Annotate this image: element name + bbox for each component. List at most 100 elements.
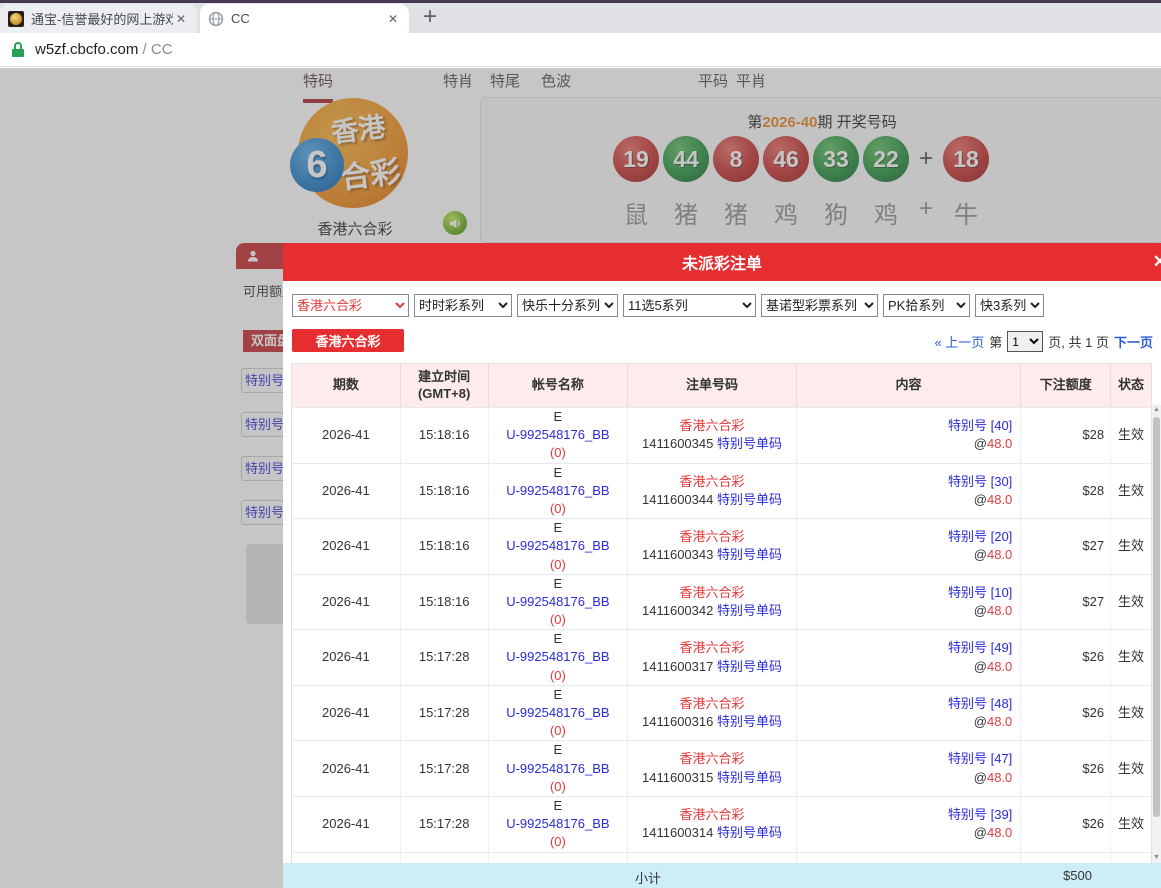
- table-footer: 小计 $500: [283, 863, 1161, 888]
- content-link[interactable]: 特别号 [10]: [948, 584, 1012, 602]
- cell-account: E U-992548176_BB (0): [489, 464, 629, 519]
- cell-status: 生效: [1111, 630, 1151, 685]
- order-type-link[interactable]: 特别号单码: [717, 492, 782, 507]
- col-header: 下注额度: [1021, 364, 1111, 407]
- game-series-select[interactable]: 基诺型彩票系列: [761, 294, 878, 317]
- scrollbar-thumb[interactable]: [1153, 417, 1160, 817]
- tab-title: 通宝-信誉最好的网上游戏平: [31, 9, 173, 28]
- cell-period: 2026-41: [292, 464, 401, 519]
- cell-time: 15:18:16: [401, 575, 489, 630]
- cell-order: 香港六合彩 1411600345 特别号单码: [628, 408, 797, 463]
- content-link[interactable]: 特别号 [20]: [948, 528, 1012, 546]
- col-header: 内容: [797, 364, 1021, 407]
- cell-time: 15:18:16: [401, 408, 489, 463]
- close-icon[interactable]: ✕: [1153, 252, 1161, 272]
- cell-order: 香港六合彩 1411600316 特别号单码: [628, 686, 797, 741]
- subtotal-label: 小计: [635, 868, 661, 887]
- lock-icon[interactable]: [12, 42, 24, 57]
- content-link[interactable]: 特别号 [30]: [948, 473, 1012, 491]
- scroll-down-icon[interactable]: ▼: [1152, 853, 1161, 863]
- cell-status: 生效: [1111, 797, 1151, 852]
- cell-time: 15:17:28: [401, 686, 489, 741]
- browser-tab-bar: 通宝-信誉最好的网上游戏平 ✕ CC ✕ +: [0, 3, 1161, 33]
- cell-period: 2026-41: [292, 575, 401, 630]
- game-series-select[interactable]: 快3系列: [975, 294, 1044, 317]
- cell-account: E U-992548176_BB (0): [489, 797, 629, 852]
- cell-content: 特别号 [48] @48.0: [797, 686, 1021, 741]
- col-header: 建立时间 (GMT+8): [401, 364, 489, 407]
- account-link[interactable]: U-992548176_BB: [506, 593, 609, 611]
- cell-order: 香港六合彩 1411600344 特别号单码: [628, 464, 797, 519]
- order-type-link[interactable]: 特别号单码: [717, 714, 782, 729]
- cell-order: 香港六合彩 1411600342 特别号单码: [628, 575, 797, 630]
- order-type-link[interactable]: 特别号单码: [717, 436, 782, 451]
- scroll-up-icon[interactable]: ▲: [1152, 405, 1161, 415]
- table-scrollbar[interactable]: ▲ ▼: [1152, 405, 1161, 863]
- cell-order: 香港六合彩 1411600314 特别号单码: [628, 797, 797, 852]
- modal-title: 未派彩注单: [682, 250, 762, 274]
- cell-amount: $26: [1021, 686, 1111, 741]
- cell-order: 香港六合彩 1411600317 特别号单码: [628, 630, 797, 685]
- browser-tab-2[interactable]: CC ✕: [200, 4, 409, 33]
- game-series-select[interactable]: 香港六合彩: [292, 294, 409, 317]
- cell-time: 15:18:16: [401, 464, 489, 519]
- cell-status: 生效: [1111, 741, 1151, 796]
- prev-page-link[interactable]: « 上一页: [934, 332, 984, 351]
- cell-period: 2026-41: [292, 797, 401, 852]
- content-link[interactable]: 特别号 [39]: [948, 806, 1012, 824]
- cell-period: 2026-41: [292, 741, 401, 796]
- page-select[interactable]: 1: [1007, 331, 1043, 352]
- account-link[interactable]: U-992548176_BB: [506, 704, 609, 722]
- account-link[interactable]: U-992548176_BB: [506, 426, 609, 444]
- table-row: 2026-41 15:17:28 E U-992548176_BB (0) 香港…: [292, 740, 1151, 796]
- order-type-link[interactable]: 特别号单码: [717, 770, 782, 785]
- cell-account: E U-992548176_BB (0): [489, 741, 629, 796]
- col-header: 注单号码: [628, 364, 797, 407]
- content-link[interactable]: 特别号 [47]: [948, 750, 1012, 768]
- cell-content: 特别号 [47] @48.0: [797, 741, 1021, 796]
- game-series-select[interactable]: 11选5系列: [623, 294, 756, 317]
- cell-amount: $26: [1021, 630, 1111, 685]
- game-filter-row: 香港六合彩 时时彩系列 快乐十分系列 11选5系列 基诺型彩票系列 PK拾系列: [292, 294, 1153, 317]
- cell-period: 2026-41: [292, 686, 401, 741]
- browser-tab-1[interactable]: 通宝-信誉最好的网上游戏平 ✕: [0, 4, 197, 33]
- account-link[interactable]: U-992548176_BB: [506, 815, 609, 833]
- account-link[interactable]: U-992548176_BB: [506, 760, 609, 778]
- cell-period: 2026-41: [292, 408, 401, 463]
- cell-account: E U-992548176_BB (0): [489, 408, 629, 463]
- cell-status: 生效: [1111, 686, 1151, 741]
- cell-account: E U-992548176_BB (0): [489, 630, 629, 685]
- cell-content: 特别号 [49] @48.0: [797, 630, 1021, 685]
- close-icon[interactable]: ✕: [385, 12, 401, 26]
- content-link[interactable]: 特别号 [48]: [948, 695, 1012, 713]
- content-link[interactable]: 特别号 [40]: [948, 417, 1012, 435]
- url-text: w5zf.cbcfo.com / CC: [35, 41, 173, 58]
- game-series-select[interactable]: PK拾系列: [883, 294, 970, 317]
- table-row: 2026-41 15:18:16 E U-992548176_BB (0) 香港…: [292, 518, 1151, 574]
- close-icon[interactable]: ✕: [173, 12, 189, 26]
- col-header: 状态: [1111, 364, 1151, 407]
- pagination: « 上一页 第 1 页, 共 1 页 下一页: [934, 331, 1153, 352]
- table-row: 2026-41 15:18:16 E U-992548176_BB (0) 香港…: [292, 574, 1151, 630]
- game-tab-button[interactable]: 香港六合彩: [292, 329, 404, 352]
- account-link[interactable]: U-992548176_BB: [506, 648, 609, 666]
- cell-content: 特别号 [20] @48.0: [797, 519, 1021, 574]
- order-type-link[interactable]: 特别号单码: [717, 659, 782, 674]
- order-type-link[interactable]: 特别号单码: [717, 603, 782, 618]
- subtotal-value: $500: [1022, 868, 1092, 883]
- cell-amount: $27: [1021, 519, 1111, 574]
- cell-content: 特别号 [10] @48.0: [797, 575, 1021, 630]
- account-link[interactable]: U-992548176_BB: [506, 537, 609, 555]
- new-tab-button[interactable]: +: [423, 5, 437, 29]
- order-type-link[interactable]: 特别号单码: [717, 825, 782, 840]
- address-bar[interactable]: w5zf.cbcfo.com / CC: [0, 33, 1161, 67]
- account-link[interactable]: U-992548176_BB: [506, 482, 609, 500]
- content-link[interactable]: 特别号 [49]: [948, 639, 1012, 657]
- next-page-link[interactable]: 下一页: [1114, 332, 1153, 351]
- game-series-select[interactable]: 时时彩系列: [414, 294, 512, 317]
- order-type-link[interactable]: 特别号单码: [717, 547, 782, 562]
- game-series-select[interactable]: 快乐十分系列: [517, 294, 618, 317]
- cell-order: 香港六合彩 1411600315 特别号单码: [628, 741, 797, 796]
- cell-amount: $27: [1021, 575, 1111, 630]
- cell-period: 2026-41: [292, 630, 401, 685]
